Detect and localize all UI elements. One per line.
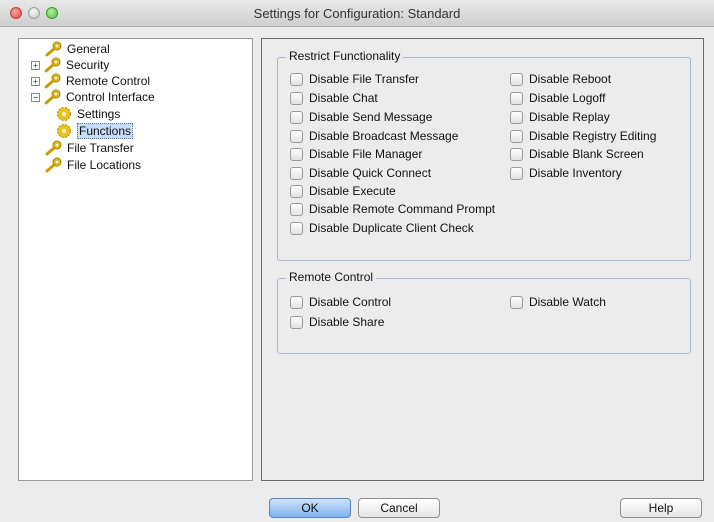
tree-label: File Transfer xyxy=(67,141,134,155)
checkbox-label: Disable Reboot xyxy=(529,72,612,86)
checkbox-label: Disable Broadcast Message xyxy=(309,129,459,143)
checkbox[interactable] xyxy=(290,72,303,86)
checkbox-disable-send-message[interactable]: Disable Send Message xyxy=(290,109,432,125)
checkbox-disable-file-manager[interactable]: Disable File Manager xyxy=(290,146,422,162)
checkbox-label: Disable Replay xyxy=(529,110,610,124)
checkbox-label: Disable Chat xyxy=(309,91,378,105)
checkbox[interactable] xyxy=(510,147,523,161)
tree-item-file-locations[interactable]: File Locations xyxy=(45,157,141,173)
checkbox-disable-remote-command-prompt[interactable]: Disable Remote Command Prompt xyxy=(290,201,495,217)
key-icon xyxy=(44,57,61,73)
checkbox-label: Disable Share xyxy=(309,315,385,329)
tree-label: General xyxy=(67,42,110,56)
tree-label: Functions xyxy=(77,123,134,139)
checkbox-label: Disable File Manager xyxy=(309,147,423,161)
window-title: Settings for Configuration: Standard xyxy=(253,6,461,21)
checkbox-disable-quick-connect[interactable]: Disable Quick Connect xyxy=(290,165,431,181)
checkbox-disable-watch[interactable]: Disable Watch xyxy=(510,294,606,310)
checkbox[interactable] xyxy=(510,72,523,86)
title-bar: Settings for Configuration: Standard xyxy=(0,0,714,27)
checkbox[interactable] xyxy=(290,147,303,161)
checkbox-label: Disable Watch xyxy=(529,295,606,309)
gear-icon xyxy=(57,107,71,121)
checkbox-disable-chat[interactable]: Disable Chat xyxy=(290,90,378,106)
tree-label: Security xyxy=(66,58,110,72)
checkbox[interactable] xyxy=(290,202,303,216)
restrict-functionality-group: Restrict Functionality Disable File Tran… xyxy=(277,49,691,261)
checkbox-disable-reboot[interactable]: Disable Reboot xyxy=(510,71,611,87)
checkbox-disable-replay[interactable]: Disable Replay xyxy=(510,109,610,125)
tree-label: Remote Control xyxy=(66,74,151,88)
checkbox[interactable] xyxy=(290,295,303,309)
checkbox-disable-share[interactable]: Disable Share xyxy=(290,314,384,330)
checkbox[interactable] xyxy=(510,295,523,309)
remote-control-group: Remote Control Disable Control Disable S… xyxy=(277,270,691,354)
checkbox[interactable] xyxy=(290,91,303,105)
checkbox-label: Disable Registry Editing xyxy=(529,129,657,143)
checkbox-disable-execute[interactable]: Disable Execute xyxy=(290,183,396,199)
checkbox[interactable] xyxy=(290,315,303,329)
checkbox-disable-control[interactable]: Disable Control xyxy=(290,294,391,310)
ok-button[interactable]: OK xyxy=(269,498,351,518)
key-icon xyxy=(45,157,62,173)
checkbox[interactable] xyxy=(510,91,523,105)
key-icon xyxy=(45,140,62,156)
tree-item-remote-control[interactable]: + Remote Control xyxy=(31,73,150,89)
key-icon xyxy=(44,73,61,89)
tree-item-security[interactable]: + Security xyxy=(31,57,109,73)
checkbox[interactable] xyxy=(510,129,523,143)
settings-panel: Restrict Functionality Disable File Tran… xyxy=(261,38,704,481)
checkbox-label: Disable Blank Screen xyxy=(529,147,644,161)
key-icon xyxy=(45,41,62,57)
group-title: Remote Control xyxy=(286,270,377,284)
checkbox-label: Disable Inventory xyxy=(529,166,622,180)
checkbox-label: Disable Duplicate Client Check xyxy=(309,221,474,235)
expand-icon[interactable]: + xyxy=(31,76,40,86)
checkbox-disable-blank-screen[interactable]: Disable Blank Screen xyxy=(510,146,644,162)
group-title: Restrict Functionality xyxy=(286,49,404,63)
tree-item-control-interface[interactable]: − Control Interface xyxy=(31,89,155,105)
checkbox-disable-logoff[interactable]: Disable Logoff xyxy=(510,90,606,106)
collapse-icon[interactable]: − xyxy=(31,92,40,102)
checkbox-label: Disable Control xyxy=(309,295,392,309)
settings-tree[interactable]: General + Security + Remote Control − Co… xyxy=(18,38,253,481)
checkbox-disable-duplicate-client-check[interactable]: Disable Duplicate Client Check xyxy=(290,220,474,236)
help-button[interactable]: Help xyxy=(620,498,702,518)
tree-item-general[interactable]: General xyxy=(45,41,110,57)
tree-label: Control Interface xyxy=(66,90,155,104)
key-icon xyxy=(44,89,61,105)
checkbox[interactable] xyxy=(510,110,523,124)
cancel-button[interactable]: Cancel xyxy=(358,498,440,518)
tree-label: File Locations xyxy=(67,158,142,172)
gear-icon xyxy=(57,124,71,138)
checkbox-label: Disable Quick Connect xyxy=(309,166,432,180)
checkbox[interactable] xyxy=(290,184,303,198)
checkbox-label: Disable Execute xyxy=(309,184,396,198)
tree-item-file-transfer[interactable]: File Transfer xyxy=(45,140,134,156)
checkbox-label: Disable Send Message xyxy=(309,110,433,124)
checkbox-label: Disable File Transfer xyxy=(309,72,420,86)
checkbox[interactable] xyxy=(510,166,523,180)
checkbox[interactable] xyxy=(290,110,303,124)
checkbox-disable-registry-editing[interactable]: Disable Registry Editing xyxy=(510,128,656,144)
checkbox-disable-inventory[interactable]: Disable Inventory xyxy=(510,165,622,181)
checkbox-disable-file-transfer[interactable]: Disable File Transfer xyxy=(290,71,419,87)
expand-icon[interactable]: + xyxy=(31,60,40,70)
tree-item-functions[interactable]: Functions xyxy=(55,123,134,139)
checkbox-label: Disable Remote Command Prompt xyxy=(309,202,496,216)
checkbox[interactable] xyxy=(290,221,303,235)
checkbox-label: Disable Logoff xyxy=(529,91,606,105)
tree-label: Settings xyxy=(77,107,121,121)
checkbox[interactable] xyxy=(290,166,303,180)
checkbox[interactable] xyxy=(290,129,303,143)
checkbox-disable-broadcast-message[interactable]: Disable Broadcast Message xyxy=(290,128,458,144)
tree-item-settings[interactable]: Settings xyxy=(55,106,120,122)
